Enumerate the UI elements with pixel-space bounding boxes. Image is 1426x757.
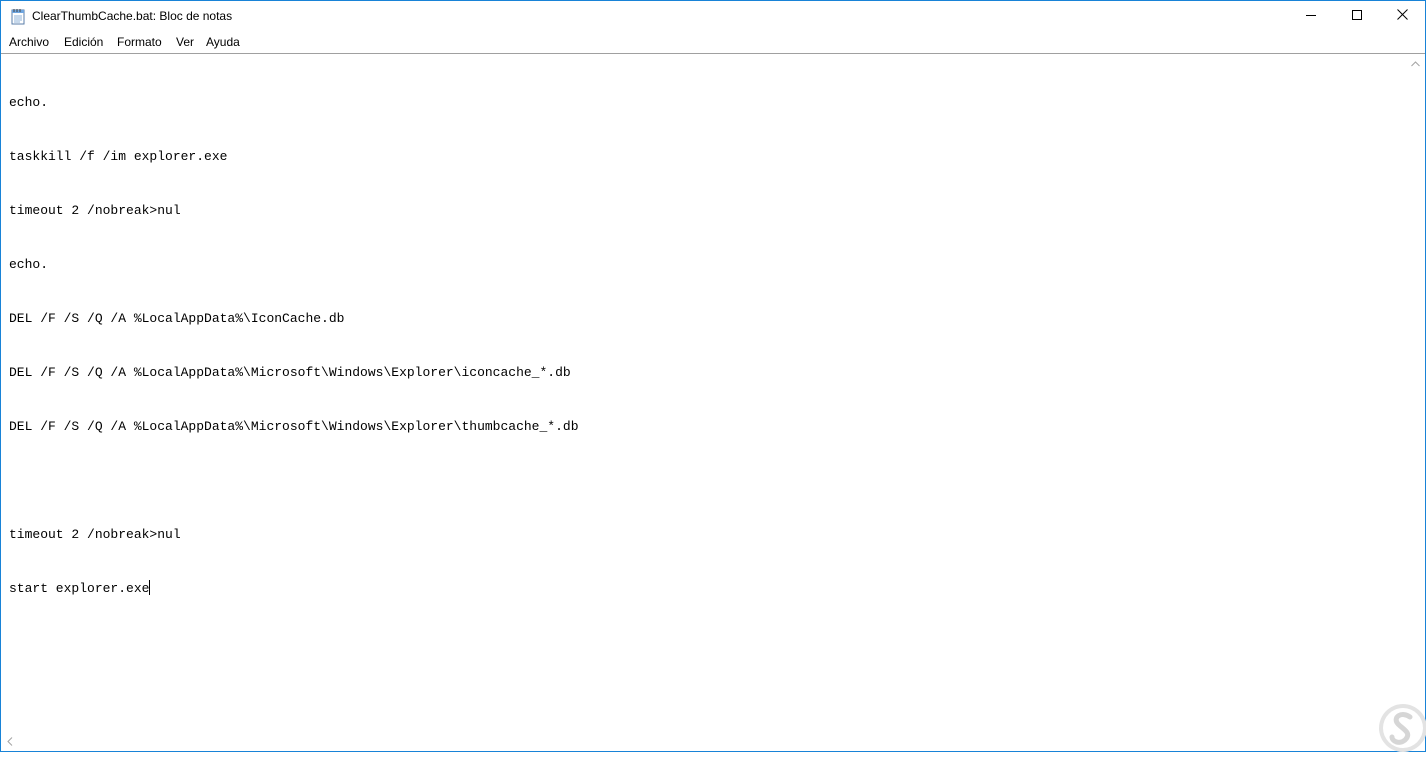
notepad-icon — [10, 8, 26, 25]
chevron-left-icon — [7, 733, 13, 751]
menu-ver[interactable]: Ver — [176, 35, 194, 49]
text-caret — [149, 580, 151, 595]
menu-edicion[interactable]: Edición — [64, 35, 103, 49]
title-bar[interactable]: ClearThumbCache.bat: Bloc de notas — [1, 1, 1425, 32]
code-line: echo. — [9, 95, 49, 110]
editor-area: echo. taskkill /f /im explorer.exe timeo… — [1, 53, 1425, 751]
code-line: DEL /F /S /Q /A %LocalAppData%\IconCache… — [9, 311, 345, 326]
close-icon — [1396, 7, 1408, 25]
window-title: ClearThumbCache.bat: Bloc de notas — [32, 9, 233, 23]
vertical-scrollbar[interactable] — [1407, 54, 1424, 751]
code-line: echo. — [9, 257, 49, 272]
code-line: taskkill /f /im explorer.exe — [9, 149, 228, 164]
code-line-text: start explorer.exe — [9, 581, 150, 596]
menu-ayuda[interactable]: Ayuda — [206, 35, 240, 49]
minimize-button[interactable] — [1288, 1, 1334, 31]
menu-bar: Archivo Edición Formato Ver Ayuda — [1, 32, 1425, 52]
menu-formato[interactable]: Formato — [117, 35, 162, 49]
chevron-up-icon — [1411, 54, 1420, 72]
code-line: timeout 2 /nobreak>nul — [9, 203, 181, 218]
close-button[interactable] — [1379, 1, 1425, 31]
text-editor[interactable]: echo. taskkill /f /im explorer.exe timeo… — [9, 58, 1405, 748]
code-line: timeout 2 /nobreak>nul — [9, 527, 181, 542]
notepad-window: ClearThumbCache.bat: Bloc de notas Archi… — [0, 0, 1426, 752]
scroll-up-button[interactable] — [1407, 54, 1424, 71]
code-line: DEL /F /S /Q /A %LocalAppData%\Microsoft… — [9, 419, 579, 434]
maximize-button[interactable] — [1334, 1, 1380, 31]
minimize-icon — [1306, 7, 1316, 25]
code-line-last: start explorer.exe — [9, 580, 1405, 598]
maximize-icon — [1352, 7, 1362, 25]
menu-archivo[interactable]: Archivo — [9, 35, 49, 49]
site-logo-icon — [1372, 697, 1426, 752]
scroll-left-button[interactable] — [3, 733, 17, 750]
code-line: DEL /F /S /Q /A %LocalAppData%\Microsoft… — [9, 365, 571, 380]
